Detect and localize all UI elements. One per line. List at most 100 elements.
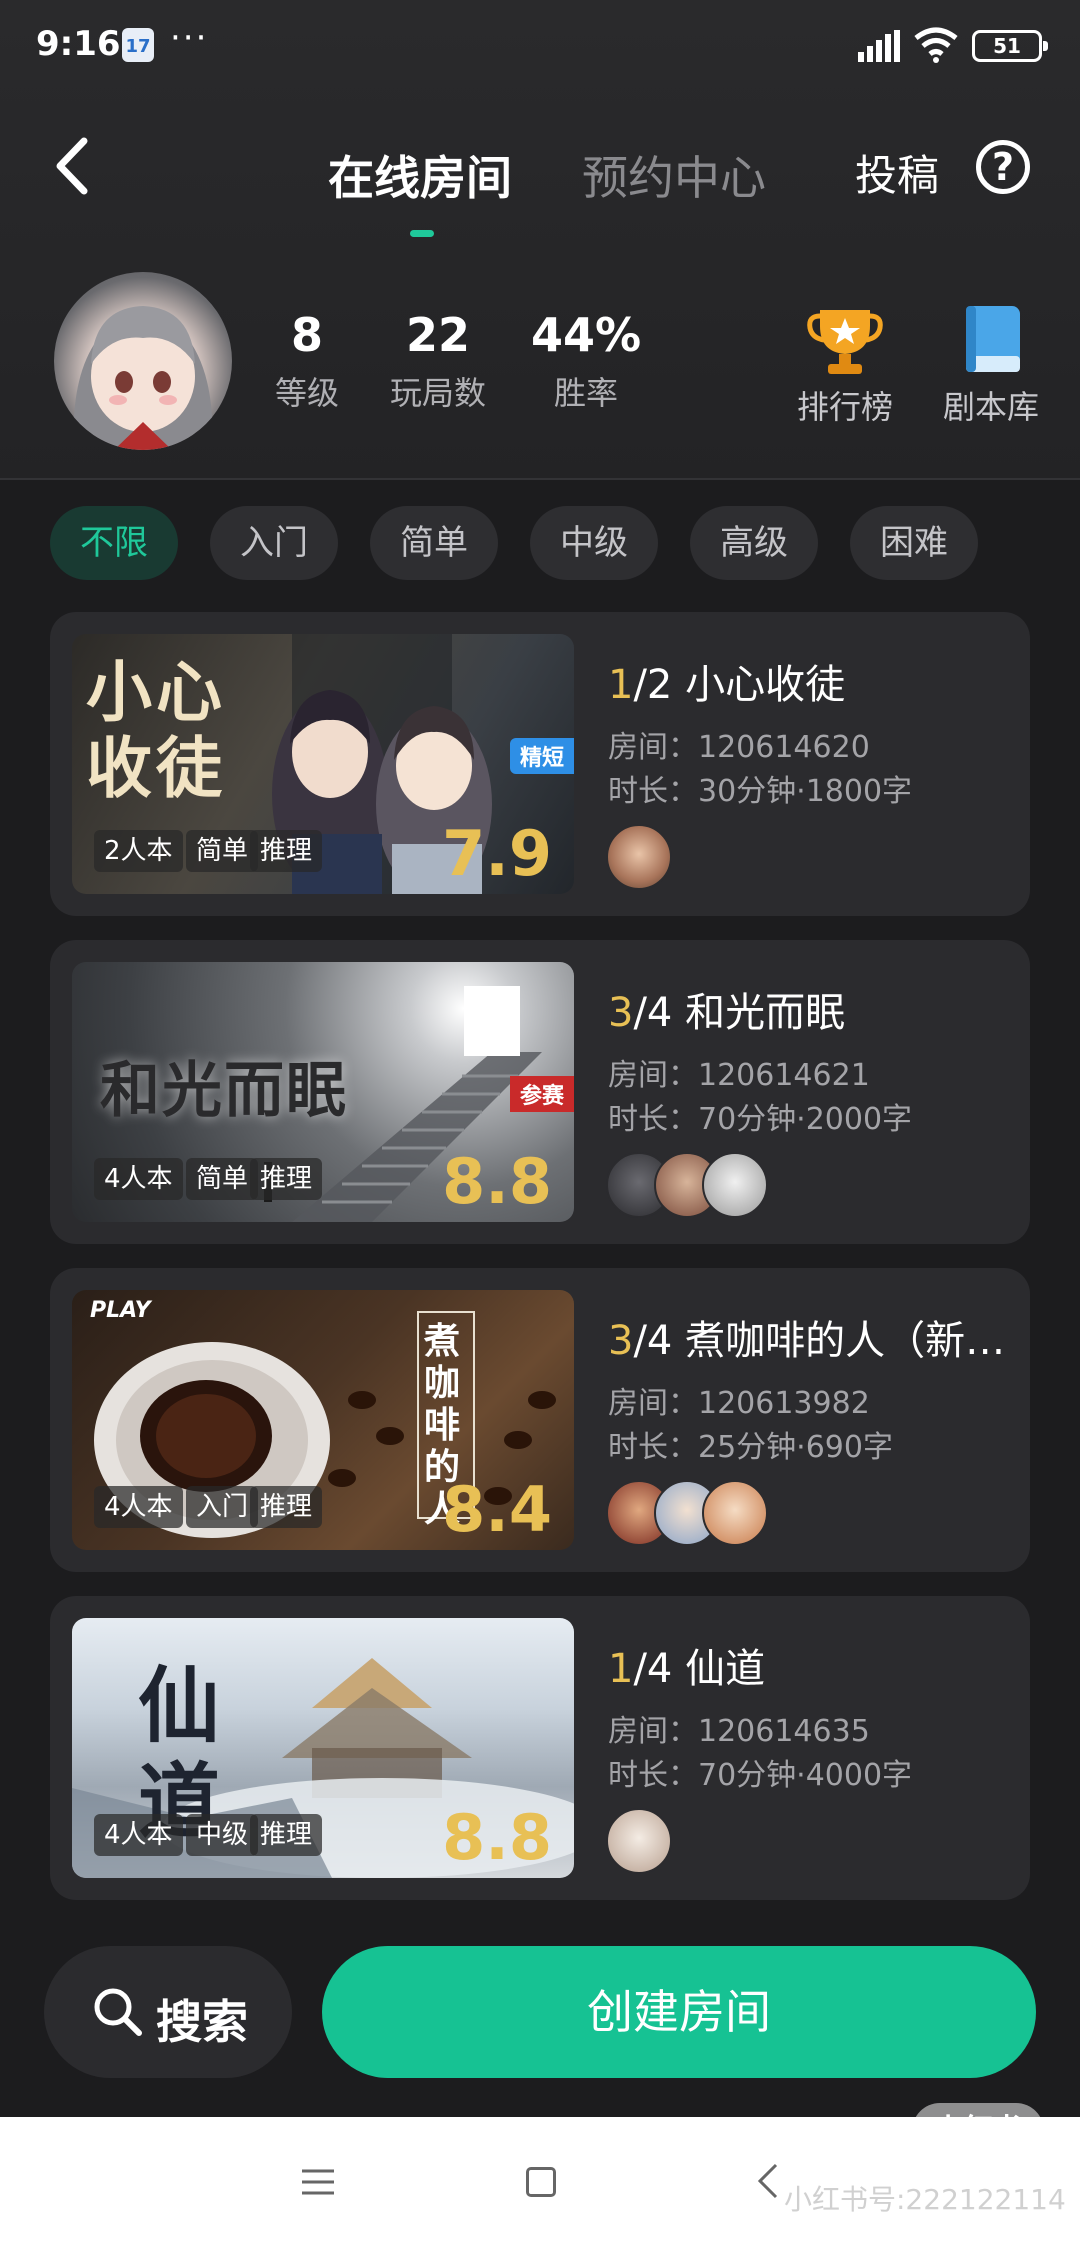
room-number: 房间：120614620 — [608, 730, 870, 765]
menu-icon[interactable] — [300, 2167, 336, 2197]
filter-chip-hard[interactable]: 困难 — [850, 506, 978, 580]
home-icon[interactable] — [526, 2167, 556, 2197]
tag-difficulty: 简单 — [186, 830, 259, 872]
search-button[interactable]: 搜索 — [44, 1946, 292, 2078]
search-icon — [94, 1988, 142, 2036]
room-name: 煮咖啡的人（新… — [685, 1318, 1006, 1364]
room-duration: 时长：30分钟·1800字 — [608, 774, 913, 809]
book-icon — [966, 306, 1020, 372]
tab-online-rooms[interactable]: 在线房间 — [328, 142, 512, 208]
room-duration: 时长：70分钟·4000字 — [608, 1758, 913, 1793]
tag-player-count: 4人本 — [94, 1158, 183, 1200]
room-title: 1/4 仙道 — [608, 1636, 1018, 1694]
battery-level: 51 — [993, 34, 1021, 58]
tag-genre: 推理 — [250, 830, 323, 872]
status-bar: 9:16 17 ··· 51 — [0, 0, 1080, 95]
tag-player-count: 2人本 — [94, 830, 183, 872]
capacity: /4 — [633, 990, 673, 1036]
capacity: /4 — [633, 1646, 673, 1692]
level-label: 等级 — [274, 374, 339, 412]
help-icon[interactable]: ? — [976, 140, 1030, 194]
battery-icon: 51 — [972, 30, 1048, 62]
capacity: /2 — [633, 662, 673, 708]
back-button[interactable] — [50, 135, 100, 197]
divider — [0, 478, 1080, 480]
room-duration: 时长：70分钟·2000字 — [608, 1102, 913, 1137]
room-badge: 精短 — [509, 738, 574, 774]
player-avatar[interactable] — [702, 1480, 768, 1546]
avatar[interactable] — [54, 272, 232, 450]
tag-difficulty: 简单 — [186, 1158, 259, 1200]
room-cover: 和光而眠 参赛 4人本 简单 推理 8.8 — [72, 962, 574, 1222]
tag-genre: 推理 — [250, 1158, 323, 1200]
player-avatar[interactable] — [606, 1808, 672, 1874]
signal-icon — [858, 30, 900, 62]
cover-title: 和光而眠 — [100, 1056, 348, 1126]
script-library-label: 剧本库 — [942, 388, 1039, 426]
room-score: 8.8 — [442, 1145, 552, 1218]
room-badge: 参赛 — [509, 1076, 574, 1112]
status-time: 9:16 — [36, 24, 121, 64]
games-label: 玩局数 — [389, 374, 486, 412]
stat-win-rate: 44% 胜率 — [530, 308, 642, 414]
current-players: 3 — [608, 1318, 634, 1364]
cover-title: 小心收徒 — [86, 653, 226, 807]
room-score: 7.9 — [442, 817, 552, 890]
winrate-value: 44% — [530, 308, 642, 362]
tag-difficulty: 中级 — [186, 1814, 259, 1856]
tag-genre: 推理 — [250, 1486, 323, 1528]
room-name: 小心收徒 — [685, 662, 846, 708]
level-value: 8 — [290, 308, 323, 362]
tag-difficulty: 入门 — [186, 1486, 259, 1528]
games-value: 22 — [405, 308, 470, 362]
room-title: 3/4 煮咖啡的人（新… — [608, 1308, 1018, 1366]
tag-player-count: 4人本 — [94, 1814, 183, 1856]
room-card[interactable]: 仙道 4人本 中级 推理 8.8 1/4 仙道 房间：120614635 时长：… — [50, 1596, 1030, 1900]
room-badge: PLAY — [90, 1298, 151, 1323]
calendar-icon: 17 — [122, 28, 154, 62]
capacity: /4 — [633, 1318, 673, 1364]
active-tab-indicator — [410, 230, 434, 237]
filter-chip-intermediate[interactable]: 中级 — [530, 506, 658, 580]
leaderboard-button[interactable]: 排行榜 — [780, 300, 910, 428]
current-players: 1 — [608, 1646, 634, 1692]
room-score: 8.8 — [442, 1801, 552, 1874]
tab-reservation-center[interactable]: 预约中心 — [582, 142, 766, 208]
room-number: 房间：120614621 — [608, 1058, 870, 1093]
room-cover: 仙道 4人本 中级 推理 8.8 — [72, 1618, 574, 1878]
watermark-logo: 小红书 — [912, 2103, 1044, 2159]
wifi-icon — [914, 27, 958, 63]
room-title: 1/2 小心收徒 — [608, 652, 1018, 710]
winrate-label: 胜率 — [553, 374, 618, 412]
leaderboard-label: 排行榜 — [796, 388, 893, 426]
room-number: 房间：120614635 — [608, 1714, 870, 1749]
player-avatar[interactable] — [702, 1152, 768, 1218]
tag-player-count: 4人本 — [94, 1486, 183, 1528]
room-card[interactable]: PLAY 煮咖啡的人 4人本 入门 推理 8.4 3/4 煮咖啡的人（新… 房间… — [50, 1268, 1030, 1572]
room-cover: PLAY 煮咖啡的人 4人本 入门 推理 8.4 — [72, 1290, 574, 1550]
room-card[interactable]: 和光而眠 参赛 4人本 简单 推理 8.8 3/4 和光而眠 房间：120614… — [50, 940, 1030, 1244]
filter-chip-advanced[interactable]: 高级 — [690, 506, 818, 580]
room-duration: 时长：25分钟·690字 — [608, 1430, 893, 1465]
room-number: 房间：120613982 — [608, 1386, 870, 1421]
room-name: 仙道 — [685, 1646, 766, 1692]
create-room-button[interactable]: 创建房间 — [322, 1946, 1036, 2078]
filter-chip-any[interactable]: 不限 — [50, 506, 178, 580]
back-icon[interactable] — [756, 2161, 780, 2201]
trophy-icon — [807, 310, 883, 374]
tag-genre: 推理 — [250, 1814, 323, 1856]
script-library-button[interactable]: 剧本库 — [926, 300, 1056, 428]
room-score: 8.4 — [442, 1473, 552, 1546]
stat-games-played: 22 玩局数 — [388, 308, 488, 414]
current-players: 1 — [608, 662, 634, 708]
room-card[interactable]: 小心收徒 精短 2人本 简单 推理 7.9 1/2 小心收徒 房间：120614… — [50, 612, 1030, 916]
filter-chip-beginner[interactable]: 入门 — [210, 506, 338, 580]
submit-button[interactable]: 投稿 — [855, 142, 939, 203]
filter-chip-easy[interactable]: 简单 — [370, 506, 498, 580]
player-avatar[interactable] — [606, 824, 672, 890]
search-label: 搜索 — [156, 1995, 248, 2049]
watermark-id: 小红书号:222122114 — [784, 2183, 1066, 2216]
stat-level: 8 等级 — [266, 308, 348, 414]
room-cover: 小心收徒 精短 2人本 简单 推理 7.9 — [72, 634, 574, 894]
room-name: 和光而眠 — [685, 990, 846, 1036]
